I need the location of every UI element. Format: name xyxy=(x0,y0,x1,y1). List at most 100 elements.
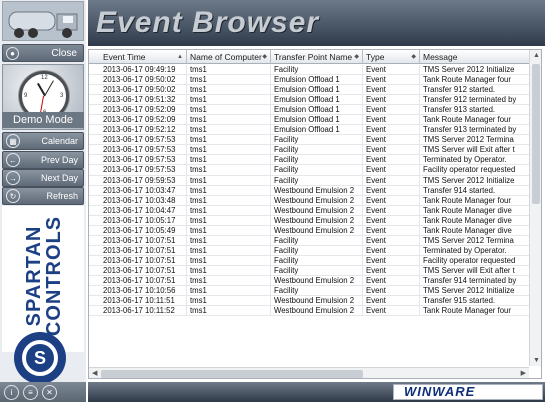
table-row[interactable]: 2013-06-17 09:52:12 tms1 Emulsion Offload … xyxy=(89,125,529,136)
table-cell: Tank Route Manager dive xyxy=(423,225,512,235)
table-cell: 2013-06-17 09:52:12 xyxy=(89,125,187,135)
table-row[interactable]: 2013-06-17 10:05:17 tms1 Westbound Emulsio… xyxy=(89,215,529,226)
table-cell: Transfer 913 started. xyxy=(423,105,496,115)
table-cell: Emulsion Offload 1 xyxy=(271,115,363,125)
spartan-logo-icon: S xyxy=(14,332,66,384)
table-row[interactable]: 2013-06-17 09:50:02 tms1 Emulsion Offload … xyxy=(89,85,529,96)
table-cell: TMS Server 2012 Initialize xyxy=(423,175,515,185)
scroll-right-icon[interactable]: ▶ xyxy=(521,369,526,377)
table-cell: tms1 xyxy=(187,65,271,75)
table-row[interactable]: 2013-06-17 10:07:51 tms1 Facility Event TMS … xyxy=(89,265,529,276)
table-row[interactable]: 2013-06-17 10:11:52 tms1 Westbound Emulsio… xyxy=(89,306,529,317)
table-row[interactable]: 2013-06-17 09:52:09 tms1 Emulsion Offload … xyxy=(89,115,529,126)
table-row[interactable]: 2013-06-17 10:07:51 tms1 Facility Event Faci… xyxy=(89,255,529,266)
table-cell: Westbound Emulsion 2 xyxy=(271,205,363,215)
table-cell: tms1 xyxy=(187,125,271,135)
table-cell: tms1 xyxy=(187,155,271,165)
grid-rows: 2013-06-17 09:49:19 tms1 Facility Event TMS … xyxy=(89,65,529,367)
table-cell: Facility operator requested xyxy=(423,165,516,175)
table-row[interactable]: 2013-06-17 09:50:02 tms1 Emulsion Offload … xyxy=(89,75,529,86)
table-cell: Event xyxy=(363,215,420,225)
table-cell: Event xyxy=(363,115,420,125)
column-label: Name of Computer xyxy=(190,52,262,62)
table-cell: Facility xyxy=(271,155,363,165)
table-cell: Transfer 912 terminated by xyxy=(423,95,517,105)
horizontal-scrollbar[interactable]: ◀ ▶ xyxy=(89,367,529,378)
column-header-message[interactable]: Message xyxy=(420,50,529,64)
table-cell: 2013-06-17 09:57:53 xyxy=(89,135,187,145)
table-row[interactable]: 2013-06-17 09:52:09 tms1 Emulsion Offload … xyxy=(89,105,529,116)
table-cell: TMS Server 2012 Initialize xyxy=(423,65,515,74)
table-row[interactable]: 2013-06-17 10:03:47 tms1 Westbound Emulsio… xyxy=(89,185,529,196)
table-cell: TMS Server 2012 Initialize xyxy=(423,286,515,296)
footer-bar: WINWARE xyxy=(88,382,545,402)
table-row[interactable]: 2013-06-17 10:03:48 tms1 Westbound Emulsio… xyxy=(89,195,529,206)
sort-icon: ◆ xyxy=(411,54,416,60)
info-icon[interactable]: i xyxy=(4,384,19,400)
table-cell: Facility xyxy=(271,286,363,296)
table-cell: Event xyxy=(363,155,420,165)
table-cell: tms1 xyxy=(187,95,271,105)
table-cell: Westbound Emulsion 2 xyxy=(271,195,363,205)
table-row[interactable]: 2013-06-17 09:57:53 tms1 Facility Event Faci… xyxy=(89,165,529,176)
prev-day-button[interactable]: ← Prev Day xyxy=(2,151,84,169)
table-cell: Terminated by Operator. xyxy=(423,155,507,165)
scroll-left-icon[interactable]: ◀ xyxy=(92,369,97,377)
table-cell: Event xyxy=(363,65,420,75)
next-day-button[interactable]: → Next Day xyxy=(2,169,84,187)
table-cell: Facility xyxy=(271,255,363,265)
scroll-down-icon[interactable]: ▼ xyxy=(533,357,540,364)
table-row[interactable]: 2013-06-17 10:07:51 tms1 Facility Event Term… xyxy=(89,245,529,256)
column-header-computer[interactable]: Name of Computer ◆ xyxy=(187,50,271,64)
table-row[interactable]: 2013-06-17 10:05:49 tms1 Westbound Emulsio… xyxy=(89,225,529,236)
table-cell: Event xyxy=(363,275,420,286)
winware-logo: WINWARE xyxy=(393,384,543,400)
scroll-up-icon[interactable]: ▲ xyxy=(533,52,540,59)
table-row[interactable]: 2013-06-17 10:10:56 tms1 Facility Event TMS … xyxy=(89,286,529,297)
table-row[interactable]: 2013-06-17 10:07:51 tms1 Facility Event TMS … xyxy=(89,235,529,246)
table-cell: Event xyxy=(363,286,420,296)
table-cell: tms1 xyxy=(187,296,271,306)
list-icon[interactable]: ≡ xyxy=(23,384,38,400)
table-row[interactable]: 2013-06-17 09:51:32 tms1 Emulsion Offload … xyxy=(89,95,529,106)
table-row[interactable]: 2013-06-17 10:11:51 tms1 Westbound Emulsio… xyxy=(89,296,529,307)
table-cell: tms1 xyxy=(187,225,271,235)
column-header-event-time[interactable]: Event Time ▲ xyxy=(89,50,187,64)
table-row[interactable]: 2013-06-17 10:07:51 tms1 Westbound Emulsio… xyxy=(89,275,529,287)
table-row[interactable]: 2013-06-17 09:59:53 tms1 Facility Event TMS … xyxy=(89,175,529,186)
table-cell: Event xyxy=(363,185,420,195)
table-cell: Event xyxy=(363,195,420,205)
table-row[interactable]: 2013-06-17 10:04:47 tms1 Westbound Emulsio… xyxy=(89,205,529,216)
close-label: Close xyxy=(51,47,77,59)
column-header-transfer-point[interactable]: Transfer Point Name ◆ xyxy=(271,50,363,64)
table-cell: 2013-06-17 10:03:48 xyxy=(89,195,187,205)
table-cell: tms1 xyxy=(187,105,271,115)
horizontal-scroll-thumb[interactable] xyxy=(101,370,363,378)
calendar-button[interactable]: ▦ Calendar xyxy=(2,132,84,150)
close-button[interactable]: ● Close xyxy=(2,44,84,62)
table-cell: Event xyxy=(363,205,420,215)
table-cell: Event xyxy=(363,165,420,175)
table-cell: 2013-06-17 10:07:51 xyxy=(89,245,187,255)
table-row[interactable]: 2013-06-17 09:49:19 tms1 Facility Event TMS … xyxy=(89,65,529,76)
tools-icon[interactable]: ✕ xyxy=(42,384,57,400)
table-row[interactable]: 2013-06-17 09:57:53 tms1 Facility Event TMS … xyxy=(89,145,529,156)
calendar-icon: ▦ xyxy=(6,134,20,148)
table-row[interactable]: 2013-06-17 09:57:53 tms1 Facility Event Term… xyxy=(89,155,529,166)
table-row[interactable]: 2013-06-17 09:57:53 tms1 Facility Event TMS … xyxy=(89,135,529,146)
table-cell: Facility xyxy=(271,135,363,145)
table-cell: tms1 xyxy=(187,145,271,155)
vertical-scrollbar[interactable]: ▲ ▼ xyxy=(529,50,541,366)
arrow-left-icon: ← xyxy=(6,153,20,167)
table-cell: TMS Server will Exit after t xyxy=(423,145,515,155)
vertical-scroll-thumb[interactable] xyxy=(532,64,540,204)
table-cell: 2013-06-17 10:03:47 xyxy=(89,185,187,195)
header-bar: Event Browser xyxy=(88,0,545,46)
sort-icon: ▲ xyxy=(177,54,183,60)
refresh-icon: ↻ xyxy=(6,189,20,203)
table-cell: Event xyxy=(363,95,420,105)
table-cell: Facility operator requested xyxy=(423,255,516,265)
table-cell: 2013-06-17 09:52:09 xyxy=(89,105,187,115)
table-cell: 2013-06-17 10:07:51 xyxy=(89,235,187,245)
column-header-type[interactable]: Type ◆ xyxy=(363,50,420,64)
